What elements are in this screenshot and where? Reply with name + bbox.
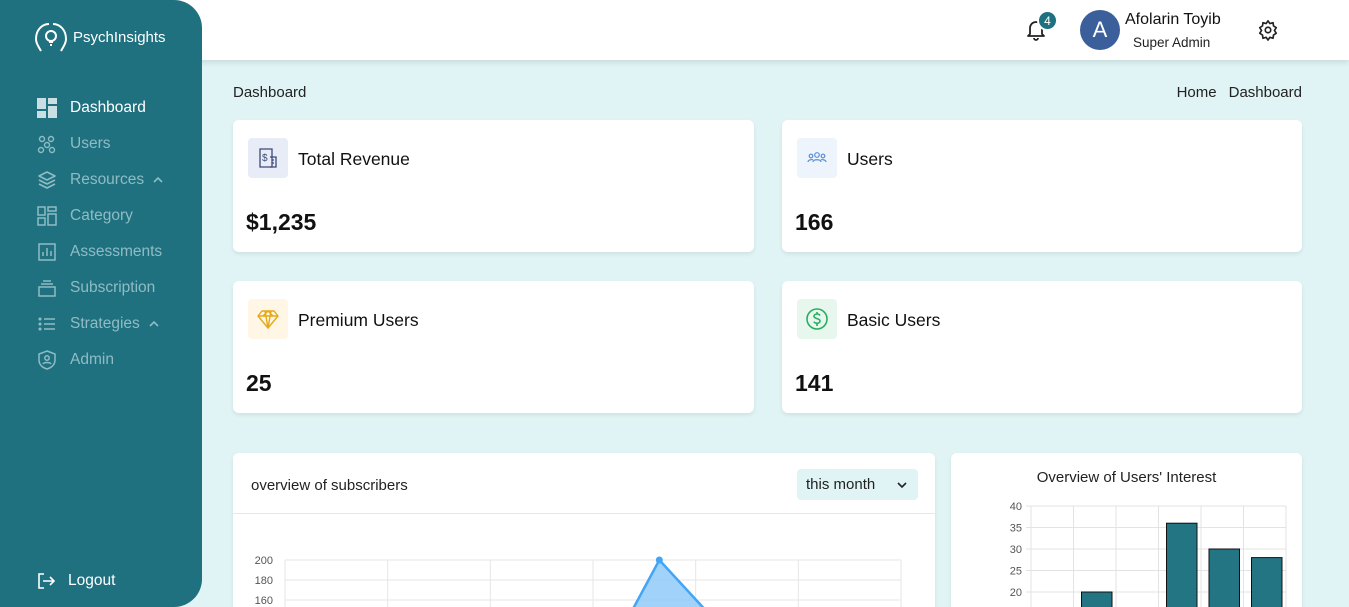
logout-button[interactable]: Logout	[36, 571, 115, 591]
y-tick-label: 30	[1010, 544, 1022, 556]
notification-badge: 4	[1037, 10, 1058, 31]
sidebar-item-label: Users	[70, 135, 111, 152]
top-bar: 4 A Afolarin Toyib Super Admin	[0, 0, 1349, 60]
diamond-icon	[248, 299, 288, 339]
interest-bar-chart: 40 35 30 25 20	[1010, 501, 1287, 607]
breadcrumb: Home Dashboard	[1177, 84, 1302, 101]
stat-card-basic-users: Basic Users 141	[782, 281, 1302, 413]
sidebar-item-subscription[interactable]: Subscription	[0, 270, 202, 306]
logout-icon	[38, 573, 56, 589]
logout-label: Logout	[68, 572, 116, 589]
sidebar-item-label: Resources	[70, 171, 145, 188]
sidebar-item-admin[interactable]: Admin	[0, 342, 202, 378]
subscription-icon	[36, 277, 58, 299]
chart-header: overview of subscribers this month	[233, 453, 935, 514]
y-tick-label: 180	[255, 575, 273, 587]
y-tick-label: 200	[255, 555, 273, 567]
stat-card-total-revenue: $ Total Revenue $1,235	[233, 120, 754, 252]
chart-title: overview of subscribers	[251, 477, 408, 494]
period-select[interactable]: this month	[797, 469, 918, 500]
y-tick-label: 20	[1010, 587, 1022, 599]
breadcrumb-current: Dashboard	[1228, 84, 1302, 101]
dashboard-icon	[36, 97, 58, 119]
user-role: Super Admin	[1133, 35, 1211, 50]
logo-text: PsychInsights	[73, 28, 166, 46]
gear-icon[interactable]	[1257, 19, 1279, 41]
sidebar-item-label: Subscription	[70, 279, 156, 296]
chevron-up-icon	[153, 176, 163, 183]
sidebar-item-assessments[interactable]: Assessments	[0, 234, 202, 270]
stat-value: 25	[246, 370, 272, 396]
stat-card-premium-users: Premium Users 25	[233, 281, 754, 413]
sidebar-item-label: Strategies	[70, 315, 140, 332]
data-point	[655, 556, 663, 564]
sidebar-nav: Dashboard Users Resources Category Asses…	[0, 90, 202, 378]
stat-title: Basic Users	[847, 310, 941, 330]
y-tick-label: 160	[255, 595, 273, 607]
stat-title: Users	[847, 149, 893, 169]
users-icon	[36, 133, 58, 155]
sidebar: PsychInsights Dashboard Users Resources	[0, 0, 202, 607]
subscribers-chart-card: overview of subscribers this month 200 18…	[233, 453, 935, 607]
stat-title: Premium Users	[298, 310, 419, 330]
interest-chart-card: Overview of Users' Interest 40 35 30 25 20	[951, 453, 1302, 607]
sidebar-item-label: Admin	[70, 351, 114, 368]
sidebar-item-label: Category	[70, 207, 133, 224]
subscribers-area-chart: 200 180 160	[255, 555, 902, 607]
chevron-up-icon	[149, 320, 159, 327]
sidebar-item-strategies[interactable]: Strategies	[0, 306, 202, 342]
bar	[1081, 591, 1113, 607]
page-title: Dashboard	[233, 84, 307, 101]
stat-card-users: Users 166	[782, 120, 1302, 252]
category-icon	[36, 205, 58, 227]
chevron-down-icon	[897, 482, 907, 489]
chart-title: Overview of Users' Interest	[1036, 469, 1217, 486]
sidebar-item-dashboard[interactable]: Dashboard	[0, 90, 202, 126]
y-tick-label: 25	[1010, 566, 1022, 578]
avatar[interactable]: A	[1080, 10, 1120, 50]
y-tick-label: 40	[1010, 501, 1022, 513]
stat-title: Total Revenue	[298, 149, 410, 169]
admin-shield-icon	[36, 349, 58, 371]
logo-heads-icon	[34, 23, 68, 52]
dollar-icon	[797, 299, 837, 339]
user-name: Afolarin Toyib	[1125, 11, 1221, 28]
logo[interactable]: PsychInsights	[33, 19, 166, 55]
sidebar-item-label: Dashboard	[70, 99, 146, 116]
breadcrumb-home[interactable]: Home	[1177, 84, 1217, 101]
stat-value: $1,235	[246, 209, 317, 235]
stat-value: 141	[795, 370, 834, 396]
sidebar-item-users[interactable]: Users	[0, 126, 202, 162]
revenue-icon: $	[248, 138, 288, 178]
users-group-icon	[797, 138, 837, 178]
bar	[1166, 522, 1198, 607]
assessment-icon	[36, 241, 58, 263]
y-tick-label: 35	[1010, 523, 1022, 535]
sidebar-item-label: Assessments	[70, 243, 163, 260]
bar	[1251, 557, 1283, 607]
list-icon	[36, 313, 58, 335]
sidebar-item-resources[interactable]: Resources	[0, 162, 202, 198]
sidebar-item-category[interactable]: Category	[0, 198, 202, 234]
svg-text:$: $	[262, 153, 268, 164]
period-select-value: this month	[806, 476, 876, 493]
layers-icon	[36, 169, 58, 191]
stat-value: 166	[795, 209, 834, 235]
bar	[1208, 548, 1240, 607]
